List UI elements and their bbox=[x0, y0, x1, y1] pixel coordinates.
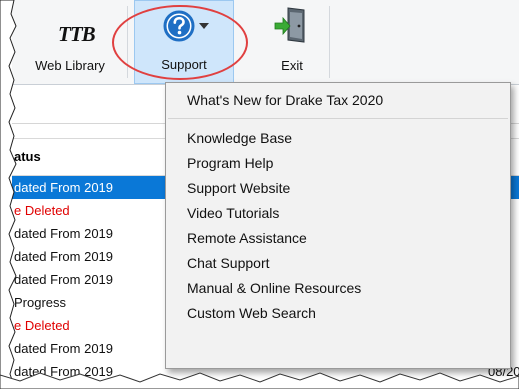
app-window: TTB Web Library Support Exit atus dated … bbox=[0, 0, 519, 389]
menu-item-custom-web-search[interactable]: Custom Web Search bbox=[187, 305, 316, 321]
toolbar-separator bbox=[127, 6, 128, 78]
menu-item-remote-assistance[interactable]: Remote Assistance bbox=[187, 230, 307, 246]
menu-item-whats-new[interactable]: What's New for Drake Tax 2020 bbox=[187, 92, 383, 108]
menu-separator bbox=[168, 118, 508, 119]
menu-item-manual-online-resources[interactable]: Manual & Online Resources bbox=[187, 280, 361, 296]
torn-left-edge bbox=[0, 0, 17, 389]
support-dropdown-menu: What's New for Drake Tax 2020 Knowledge … bbox=[165, 82, 511, 369]
toolbar: TTB Web Library Support Exit bbox=[12, 0, 519, 85]
torn-bottom-edge bbox=[0, 372, 519, 389]
menu-item-program-help[interactable]: Program Help bbox=[187, 155, 273, 171]
door-exit-icon bbox=[274, 7, 305, 43]
web-library-label: Web Library bbox=[35, 58, 105, 73]
exit-label: Exit bbox=[281, 58, 303, 73]
menu-item-chat-support[interactable]: Chat Support bbox=[187, 255, 270, 271]
support-label: Support bbox=[161, 57, 207, 72]
caret-down-icon[interactable] bbox=[199, 23, 209, 29]
menu-item-video-tutorials[interactable]: Video Tutorials bbox=[187, 205, 279, 221]
menu-item-knowledge-base[interactable]: Knowledge Base bbox=[187, 130, 292, 146]
question-circle-icon bbox=[163, 10, 195, 42]
exit-button[interactable]: Exit bbox=[258, 0, 326, 84]
web-library-button[interactable]: TTB Web Library bbox=[20, 0, 120, 84]
menu-item-support-website[interactable]: Support Website bbox=[187, 180, 290, 196]
ttb-logo-icon: TTB bbox=[58, 22, 96, 46]
toolbar-separator bbox=[329, 6, 330, 78]
support-button[interactable]: Support bbox=[134, 0, 234, 84]
